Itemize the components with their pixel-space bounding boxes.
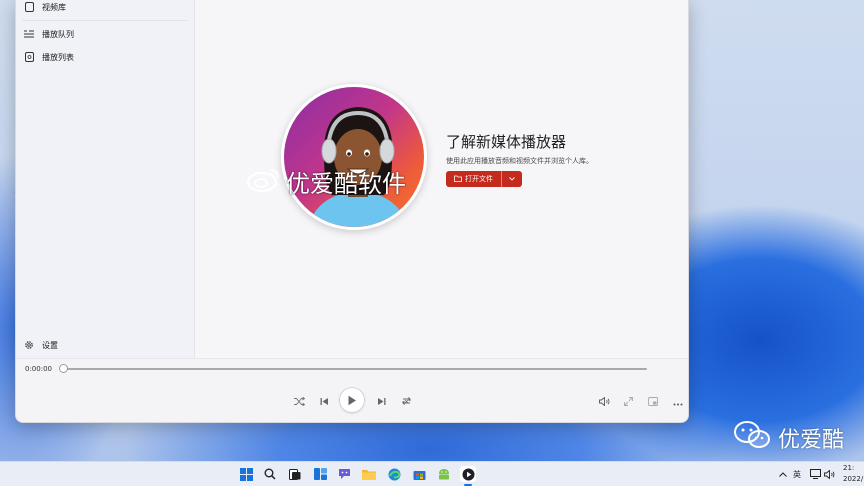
next-button[interactable] <box>373 392 389 408</box>
sidebar: 视频库 播放队列 播放列表 设置 <box>16 0 195 358</box>
wechat-icon <box>732 420 772 456</box>
seek-bar[interactable] <box>63 368 647 370</box>
mini-player-button[interactable] <box>645 392 661 408</box>
taskbar: 英 21: 2022/ <box>0 461 864 486</box>
shuffle-button[interactable] <box>291 392 307 408</box>
android-icon[interactable] <box>436 466 452 482</box>
play-icon <box>347 391 357 410</box>
more-options-button[interactable] <box>670 392 686 408</box>
welcome-title: 了解新媒体播放器 <box>446 133 567 151</box>
weibo-icon <box>246 166 282 198</box>
media-player-window: 视频库 播放队列 播放列表 设置 了解新媒体播放器 使用此应用播放音频和视频文件… <box>15 0 689 423</box>
watermark-text: 优爱酷软件 <box>286 170 406 198</box>
file-explorer-icon[interactable] <box>361 466 377 482</box>
volume-icon <box>598 391 610 410</box>
welcome-description: 使用此应用播放音频和视频文件并浏览个人库。 <box>446 157 593 165</box>
media-player-icon[interactable] <box>460 466 476 482</box>
play-button[interactable] <box>339 387 365 413</box>
repeat-icon <box>401 391 412 410</box>
sidebar-item-label: 视频库 <box>42 2 66 12</box>
queue-icon <box>24 29 34 39</box>
welcome-illustration <box>281 84 427 230</box>
more-icon <box>673 391 683 410</box>
playlist-icon <box>24 52 34 62</box>
clock-time[interactable]: 21: <box>843 464 854 472</box>
previous-button[interactable] <box>316 392 332 408</box>
folder-icon <box>454 175 462 184</box>
repeat-button[interactable] <box>398 392 414 408</box>
volume-tray-icon[interactable] <box>821 466 837 482</box>
chevron-down-icon <box>509 175 515 183</box>
chat-icon[interactable] <box>336 466 352 482</box>
skip-previous-icon <box>320 391 329 410</box>
video-library-icon <box>24 2 34 12</box>
settings-label: 设置 <box>42 340 58 350</box>
edge-icon[interactable] <box>386 466 402 482</box>
open-file-dropdown[interactable] <box>502 171 522 187</box>
fullscreen-button[interactable] <box>620 392 636 408</box>
watermark-center: 优爱酷软件 <box>246 164 406 199</box>
skip-next-icon <box>377 391 386 410</box>
sidebar-item-settings[interactable]: 设置 <box>16 335 194 355</box>
sidebar-item-playlists[interactable]: 播放列表 <box>16 47 194 67</box>
store-icon[interactable] <box>411 466 427 482</box>
open-file-main[interactable]: 打开文件 <box>446 171 502 187</box>
sidebar-item-label: 播放队列 <box>42 29 74 39</box>
player-bar: 0:00:00 <box>16 358 688 422</box>
sidebar-item-video-library[interactable]: 视频库 <box>16 0 194 17</box>
clock-date[interactable]: 2022/ <box>843 475 863 483</box>
watermark-corner: 优爱酷 <box>732 420 844 456</box>
open-file-label: 打开文件 <box>465 175 493 183</box>
gear-icon <box>24 340 34 350</box>
sidebar-item-play-queue[interactable]: 播放队列 <box>16 24 194 44</box>
mini-player-icon <box>648 391 658 410</box>
shuffle-icon <box>293 391 305 410</box>
sidebar-divider <box>22 20 188 21</box>
chevron-up-icon[interactable] <box>775 466 791 482</box>
watermark-corner-text: 优爱酷 <box>778 428 845 453</box>
search-icon[interactable] <box>262 466 278 482</box>
expand-icon <box>623 391 633 410</box>
windows-start-icon[interactable] <box>238 466 254 482</box>
current-time: 0:00:00 <box>25 365 52 373</box>
seek-thumb[interactable] <box>59 364 68 373</box>
task-view-icon[interactable] <box>287 466 303 482</box>
ime-indicator[interactable]: 英 <box>793 469 801 480</box>
widgets-icon[interactable] <box>312 466 328 482</box>
sidebar-item-label: 播放列表 <box>42 52 74 62</box>
open-file-button[interactable]: 打开文件 <box>446 171 522 187</box>
volume-button[interactable] <box>596 392 612 408</box>
